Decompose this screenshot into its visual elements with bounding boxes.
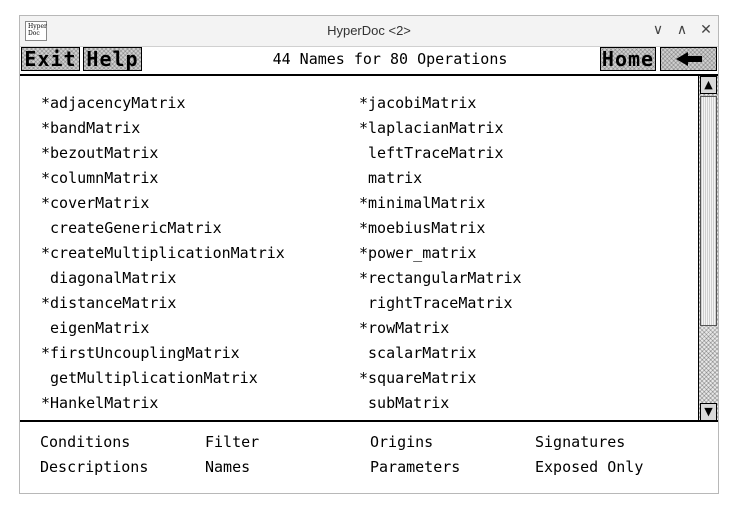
filter-link[interactable]: Filter xyxy=(205,433,259,451)
scroll-down-icon[interactable]: ▼ xyxy=(700,403,717,421)
back-arrow-icon xyxy=(675,52,702,66)
operation-name-link[interactable]: diagonalMatrix xyxy=(41,266,285,291)
operation-name-link[interactable]: *distanceMatrix xyxy=(41,291,285,316)
close-icon[interactable]: ✕ xyxy=(698,22,714,38)
operation-name-link[interactable]: subMatrix xyxy=(359,391,522,416)
operation-name-link[interactable]: *createMultiplicationMatrix xyxy=(41,241,285,266)
vertical-scrollbar[interactable]: ▲ ▼ xyxy=(698,76,718,421)
operation-name-link[interactable]: *squareMatrix xyxy=(359,366,522,391)
operation-name-link[interactable]: *bandMatrix xyxy=(41,116,285,141)
scrollbar-thumb[interactable] xyxy=(700,96,717,326)
title-bar: Hyper Doc HyperDoc <2> ∨ ∧ ✕ xyxy=(20,16,718,47)
help-button[interactable]: Help xyxy=(83,47,142,71)
operation-name-link[interactable]: *power_matrix xyxy=(359,241,522,266)
window-title: HyperDoc <2> xyxy=(327,23,411,38)
operation-name-link[interactable]: rightTraceMatrix xyxy=(359,291,522,316)
operation-name-link[interactable]: *moebiusMatrix xyxy=(359,216,522,241)
names-column-right: *jacobiMatrix *laplacianMatrix leftTraceM… xyxy=(359,91,522,416)
page-title: 44 Names for 80 Operations xyxy=(272,50,508,68)
home-button[interactable]: Home xyxy=(600,47,656,71)
minimize-icon[interactable]: ∨ xyxy=(650,22,666,38)
operation-name-link[interactable]: *HankelMatrix xyxy=(41,391,285,416)
operation-name-link[interactable]: matrix xyxy=(359,166,522,191)
operation-name-link[interactable]: eigenMatrix xyxy=(41,316,285,341)
operation-name-link[interactable]: leftTraceMatrix xyxy=(359,141,522,166)
exposed-only-link[interactable]: Exposed Only xyxy=(535,458,643,476)
operation-name-link[interactable]: *laplacianMatrix xyxy=(359,116,522,141)
operation-name-link[interactable]: *rectangularMatrix xyxy=(359,266,522,291)
maximize-icon[interactable]: ∧ xyxy=(674,22,690,38)
operation-name-link[interactable]: *rowMatrix xyxy=(359,316,522,341)
names-link[interactable]: Names xyxy=(205,458,250,476)
descriptions-link[interactable]: Descriptions xyxy=(40,458,148,476)
operation-name-link[interactable]: *firstUncouplingMatrix xyxy=(41,341,285,366)
origins-link[interactable]: Origins xyxy=(370,433,433,451)
bottom-link-panel: Conditions Filter Origins Signatures Des… xyxy=(20,422,718,493)
parameters-link[interactable]: Parameters xyxy=(370,458,460,476)
operation-name-link[interactable]: scalarMatrix xyxy=(359,341,522,366)
names-column-left: *adjacencyMatrix *bandMatrix *bezoutMatrix… xyxy=(41,91,285,416)
operation-name-link[interactable]: *columnMatrix xyxy=(41,166,285,191)
back-button[interactable] xyxy=(660,47,717,71)
scroll-up-icon[interactable]: ▲ xyxy=(700,76,717,94)
operation-name-link[interactable]: *adjacencyMatrix xyxy=(41,91,285,116)
operation-name-link[interactable]: *coverMatrix xyxy=(41,191,285,216)
names-list-area: *adjacencyMatrix *bandMatrix *bezoutMatrix… xyxy=(20,76,697,421)
operation-name-link[interactable]: createGenericMatrix xyxy=(41,216,285,241)
operation-name-link[interactable]: *jacobiMatrix xyxy=(359,91,522,116)
operation-name-link[interactable]: *minimalMatrix xyxy=(359,191,522,216)
conditions-link[interactable]: Conditions xyxy=(40,433,130,451)
exit-button[interactable]: Exit xyxy=(21,47,80,71)
hyperdoc-toolbar: Exit Help 44 Names for 80 Operations Hom… xyxy=(20,47,718,76)
operation-name-link[interactable]: getMultiplicationMatrix xyxy=(41,366,285,391)
operation-name-link[interactable]: *bezoutMatrix xyxy=(41,141,285,166)
signatures-link[interactable]: Signatures xyxy=(535,433,625,451)
hyperdoc-window: Hyper Doc HyperDoc <2> ∨ ∧ ✕ Exit Help 4… xyxy=(19,15,719,494)
